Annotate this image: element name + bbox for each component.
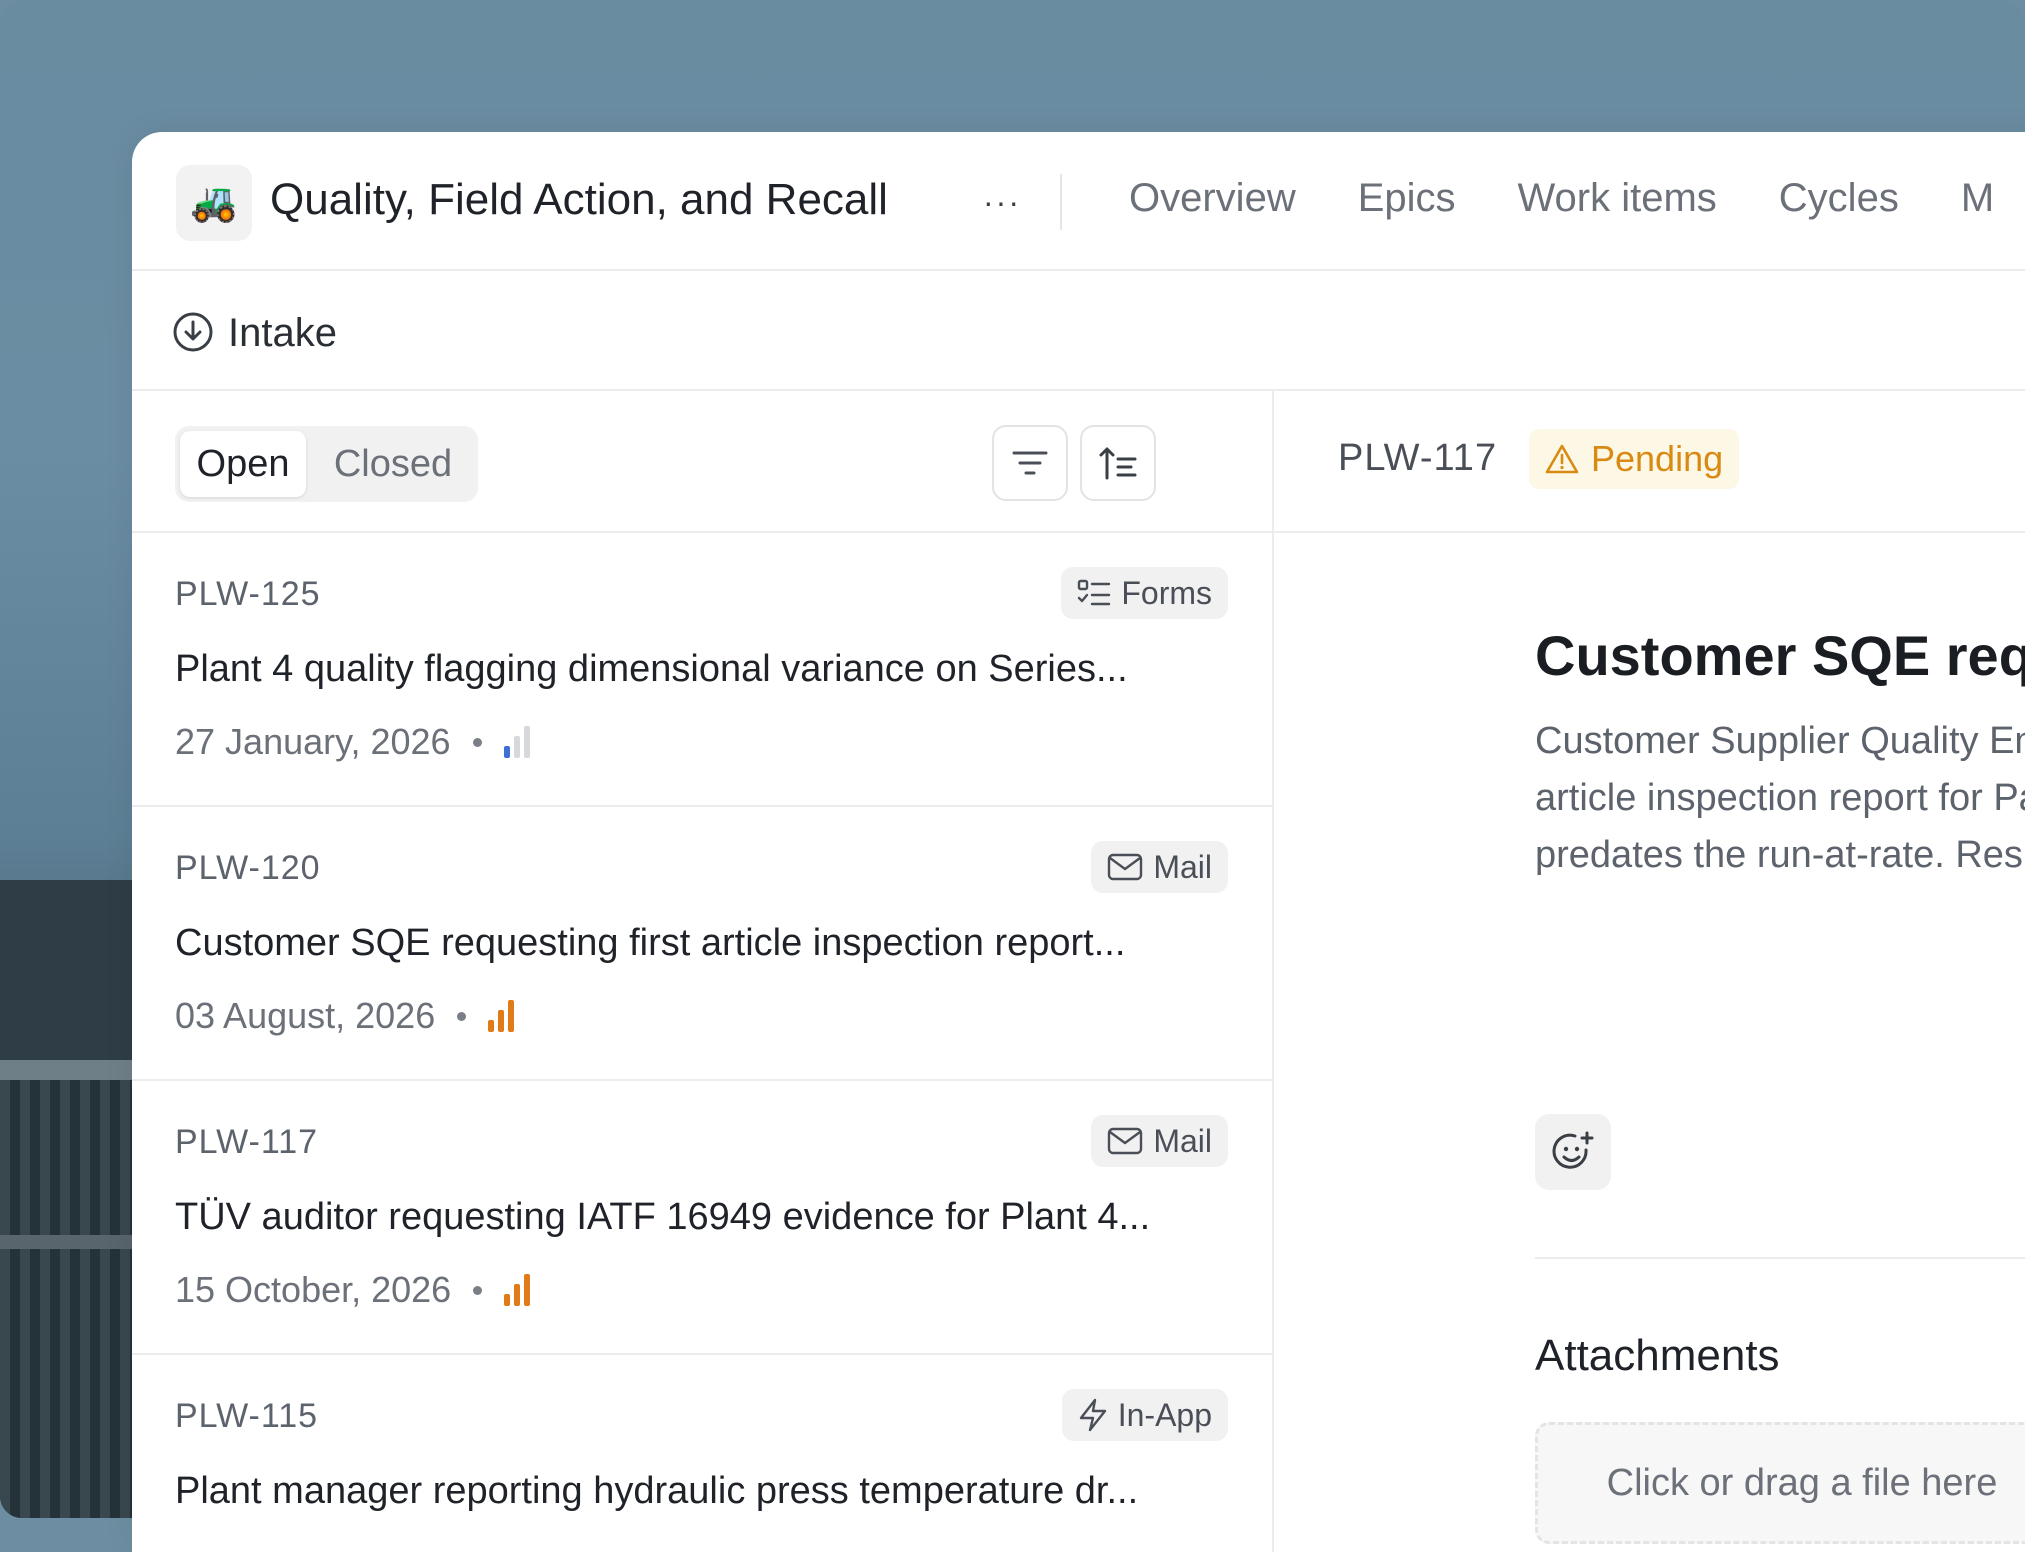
description-line: Customer Supplier Quality Engine — [1535, 720, 2025, 762]
separator-dot — [457, 1011, 467, 1021]
list-item[interactable]: PLW-115 In-App Plant manager reporting h… — [132, 1355, 1272, 1552]
item-title: Plant manager reporting hydraulic press … — [175, 1470, 1139, 1512]
item-date: 27 January, 2026 — [175, 721, 451, 762]
tab-overview[interactable]: Overview — [1129, 176, 1296, 221]
source-badge: Forms — [1061, 567, 1228, 619]
header-divider — [1060, 174, 1062, 230]
source-label: In-App — [1117, 1396, 1212, 1433]
tab-more-cut[interactable]: M — [1961, 176, 1994, 221]
sort-ascending-icon — [1099, 447, 1137, 480]
detail-header: PLW-117 Pending — [1274, 391, 2025, 533]
detail-title[interactable]: Customer SQE requesti — [1535, 623, 2025, 688]
lightning-icon — [1079, 1398, 1106, 1432]
detail-pane: PLW-117 Pending Customer SQE requesti Cu… — [1274, 391, 2025, 1552]
mail-icon — [1108, 1127, 1143, 1155]
item-title: TÜV auditor requesting IATF 16949 eviden… — [175, 1196, 1151, 1238]
list-item[interactable]: PLW-125 Forms Plant 4 quality flagging d… — [132, 533, 1272, 807]
item-id: PLW-115 — [175, 1397, 319, 1435]
more-options-icon[interactable]: ··· — [972, 172, 1032, 232]
section-divider — [1535, 1257, 2025, 1259]
list-item[interactable]: PLW-117 Mail TÜV auditor requesting IATF… — [132, 1081, 1272, 1355]
source-label: Mail — [1153, 1122, 1212, 1159]
tab-work-items[interactable]: Work items — [1518, 176, 1717, 221]
file-dropzone[interactable]: Click or drag a file here — [1535, 1422, 2025, 1544]
filter-lines-icon — [1012, 451, 1048, 475]
filter-button[interactable] — [992, 425, 1068, 501]
separator-dot — [472, 737, 482, 747]
tractor-icon[interactable]: 🚜 — [176, 165, 252, 241]
status-badge[interactable]: Pending — [1529, 429, 1740, 489]
item-date: 15 October, 2026 — [175, 1269, 452, 1310]
attachments-heading: Attachments — [1535, 1331, 1780, 1380]
item-id: PLW-117 — [175, 1123, 319, 1161]
item-meta: 03 August, 2026 — [175, 995, 515, 1037]
source-badge: Mail — [1091, 841, 1228, 893]
intake-list-pane: Open Closed PLW-125 Forms Plant 4 qualit… — [132, 391, 1274, 1552]
item-title: Customer SQE requesting first article in… — [175, 922, 1126, 964]
item-meta: 15 October, 2026 — [175, 1269, 531, 1311]
source-label: Forms — [1121, 574, 1212, 611]
tab-cycles[interactable]: Cycles — [1779, 176, 1899, 221]
item-id: PLW-120 — [175, 849, 321, 887]
emoji-add-icon — [1552, 1131, 1594, 1169]
priority-high-icon — [504, 1274, 531, 1306]
priority-low-icon — [503, 726, 530, 758]
intake-breadcrumb: Intake — [132, 271, 2025, 391]
filter-open-button[interactable]: Open — [180, 431, 306, 497]
tab-epics[interactable]: Epics — [1358, 176, 1456, 221]
item-id: PLW-125 — [175, 575, 321, 613]
app-window: 🚜 Quality, Field Action, and Recall ··· … — [132, 132, 2025, 1552]
list-toolbar: Open Closed — [132, 391, 1272, 533]
description-line: predates the run-at-rate. Respon — [1535, 834, 2025, 876]
filter-closed-button[interactable]: Closed — [315, 431, 471, 497]
intake-label[interactable]: Intake — [228, 311, 337, 356]
sort-button[interactable] — [1080, 425, 1156, 501]
project-nav: Overview Epics Work items Cycles M — [1129, 176, 1994, 221]
forms-icon — [1078, 579, 1111, 606]
project-title: Quality, Field Action, and Recall — [270, 175, 888, 224]
project-header: 🚜 Quality, Field Action, and Recall ··· … — [132, 132, 2025, 271]
priority-high-icon — [488, 1000, 515, 1032]
intake-arrow-icon — [173, 312, 213, 352]
list-item[interactable]: PLW-120 Mail Customer SQE requesting fir… — [132, 807, 1272, 1081]
warning-icon — [1545, 444, 1579, 474]
mail-icon — [1108, 853, 1143, 881]
description-line: article inspection report for Part N — [1535, 777, 2025, 819]
open-closed-toggle: Open Closed — [175, 426, 478, 502]
detail-description[interactable]: Customer Supplier Quality Engine article… — [1535, 713, 2025, 884]
add-reaction-button[interactable] — [1535, 1114, 1611, 1190]
item-date: 03 August, 2026 — [175, 995, 436, 1036]
building-cladding — [0, 1080, 140, 1518]
detail-id: PLW-117 — [1338, 437, 1498, 479]
separator-dot — [473, 1285, 483, 1295]
source-label: Mail — [1153, 848, 1212, 885]
source-badge: Mail — [1091, 1115, 1228, 1167]
status-label: Pending — [1591, 438, 1724, 479]
item-meta: 27 January, 2026 — [175, 721, 530, 763]
source-badge: In-App — [1061, 1389, 1228, 1441]
item-title: Plant 4 quality flagging dimensional var… — [175, 648, 1128, 690]
